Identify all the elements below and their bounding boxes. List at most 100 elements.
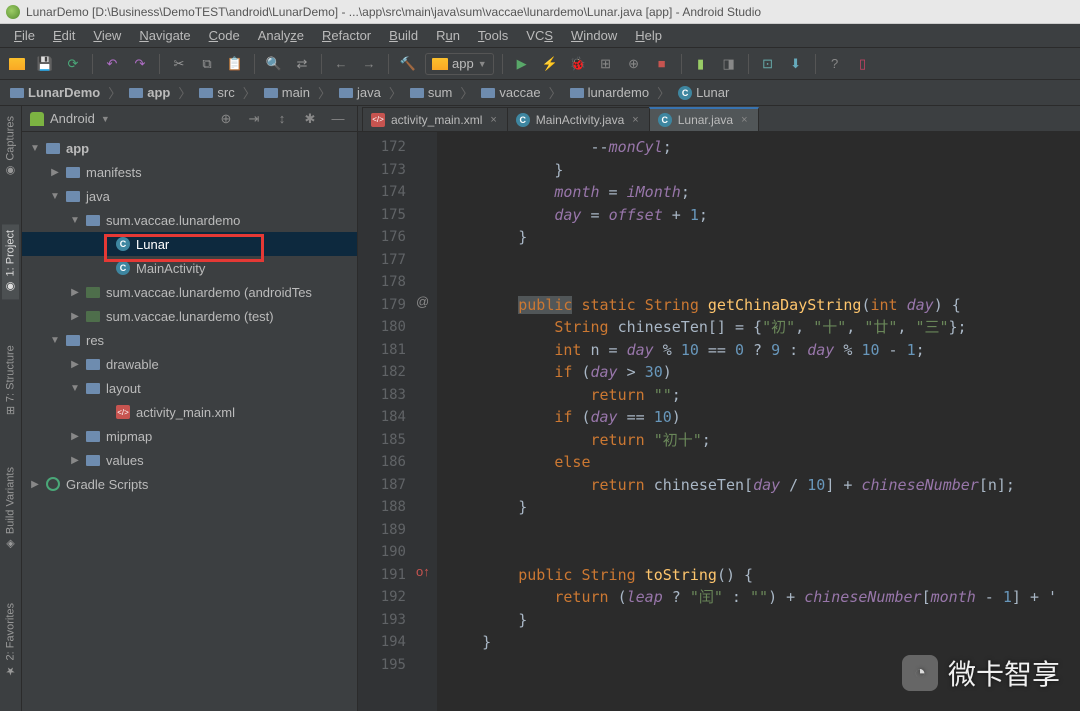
tree-node-java[interactable]: java: [22, 184, 357, 208]
menu-analyze[interactable]: Analyze: [250, 26, 312, 45]
tree-node-layout[interactable]: layout: [22, 376, 357, 400]
close-icon[interactable]: ×: [488, 114, 498, 126]
forward-button[interactable]: →: [358, 53, 380, 75]
settings-icon[interactable]: ✱: [299, 108, 321, 130]
file-tab-mainactivity[interactable]: C MainActivity.java ×: [507, 107, 650, 131]
tool-tab-project[interactable]: ◉ 1: Project: [2, 224, 19, 299]
project-tree[interactable]: app manifests java sum.vaccae.lunardemo …: [22, 132, 357, 711]
menu-code[interactable]: Code: [201, 26, 248, 45]
tree-node-res[interactable]: res: [22, 328, 357, 352]
crumb-vaccae[interactable]: vaccae: [477, 83, 544, 102]
toolbar-separator: [502, 54, 503, 74]
crumb-lunardemo[interactable]: lunardemo: [566, 83, 653, 102]
main-menu-bar: File Edit View Navigate Code Analyze Ref…: [0, 24, 1080, 48]
crumb-java[interactable]: java: [335, 83, 385, 102]
undo-button[interactable]: ↶: [101, 53, 123, 75]
menu-navigate[interactable]: Navigate: [131, 26, 198, 45]
crumb-src[interactable]: src: [195, 83, 238, 102]
tool-tab-build-variants[interactable]: ◈ Build Variants: [2, 461, 19, 557]
tree-node-values[interactable]: values: [22, 448, 357, 472]
attach-debugger-button[interactable]: ⊕: [623, 53, 645, 75]
annotation-highlight-box: [104, 234, 264, 262]
tool-tab-captures[interactable]: ◉ Captures: [2, 110, 19, 184]
file-tab-activity-main[interactable]: </> activity_main.xml ×: [362, 107, 508, 131]
profile-button[interactable]: ⊞: [595, 53, 617, 75]
debug-button[interactable]: 🐞: [567, 53, 589, 75]
save-button[interactable]: 💾: [34, 53, 56, 75]
make-button[interactable]: 🔨: [397, 53, 419, 75]
close-icon[interactable]: ×: [630, 114, 640, 126]
package-icon: [86, 311, 100, 322]
android-studio-logo-icon: [6, 5, 20, 19]
menu-file[interactable]: File: [6, 26, 43, 45]
open-button[interactable]: [6, 53, 28, 75]
crumb-sum[interactable]: sum: [406, 83, 457, 102]
watermark: ◔ 微卡智享: [902, 653, 1060, 693]
sync-button[interactable]: ⟳: [62, 53, 84, 75]
replace-button[interactable]: ⇄: [291, 53, 313, 75]
menu-help[interactable]: Help: [627, 26, 670, 45]
file-tab-label: activity_main.xml: [391, 113, 482, 127]
tree-label: mipmap: [106, 429, 152, 444]
apply-changes-button[interactable]: ⚡: [539, 53, 561, 75]
menu-build[interactable]: Build: [381, 26, 426, 45]
avd-manager-button[interactable]: ▮: [690, 53, 712, 75]
file-tab-lunar[interactable]: C Lunar.java ×: [649, 107, 759, 131]
menu-window[interactable]: Window: [563, 26, 625, 45]
xml-icon: </>: [371, 113, 385, 127]
copy-button[interactable]: ⧉: [196, 53, 218, 75]
hide-icon[interactable]: —: [327, 108, 349, 130]
close-icon[interactable]: ×: [739, 114, 749, 126]
tree-node-gradle-scripts[interactable]: Gradle Scripts: [22, 472, 357, 496]
menu-vcs[interactable]: VCS: [518, 26, 561, 45]
app-module-icon: [432, 58, 448, 70]
class-icon: C: [116, 261, 130, 275]
paste-button[interactable]: 📋: [224, 53, 246, 75]
device-button[interactable]: ▯: [852, 53, 874, 75]
sdk-manager-button[interactable]: ⬇: [785, 53, 807, 75]
back-button[interactable]: ←: [330, 53, 352, 75]
project-panel-header: Android ▼ ⊕ ⇥ ↕ ✱ —: [22, 106, 357, 132]
crumb-project[interactable]: LunarDemo: [6, 83, 104, 102]
tool-tab-favorites[interactable]: ★ 2: Favorites: [2, 597, 19, 683]
cut-button[interactable]: ✂: [168, 53, 190, 75]
redo-button[interactable]: ↷: [129, 53, 151, 75]
toolbar-separator: [159, 54, 160, 74]
crumb-main[interactable]: main: [260, 83, 314, 102]
line-number-gutter[interactable]: 172 173 174 175 176 177 178 179 180 181 …: [358, 132, 416, 711]
menu-edit[interactable]: Edit: [45, 26, 83, 45]
crumb-chevron-icon: 〉: [176, 83, 193, 102]
tree-node-manifests[interactable]: manifests: [22, 160, 357, 184]
crumb-label: lunardemo: [588, 85, 649, 100]
menu-run[interactable]: Run: [428, 26, 468, 45]
autoscroll-icon[interactable]: ↕: [271, 108, 293, 130]
stop-button[interactable]: ■: [651, 53, 673, 75]
tree-node-activity-main-xml[interactable]: </>activity_main.xml: [22, 400, 357, 424]
run-button[interactable]: ▶: [511, 53, 533, 75]
help-button[interactable]: ?: [824, 53, 846, 75]
collapse-all-icon[interactable]: ⇥: [243, 108, 265, 130]
tree-node-drawable[interactable]: drawable: [22, 352, 357, 376]
menu-tools[interactable]: Tools: [470, 26, 516, 45]
tree-node-package-test[interactable]: sum.vaccae.lunardemo (test): [22, 304, 357, 328]
crumb-app[interactable]: app: [125, 83, 174, 102]
find-button[interactable]: 🔍: [263, 53, 285, 75]
run-configuration-select[interactable]: app ▼: [425, 53, 494, 75]
tree-label: activity_main.xml: [136, 405, 235, 420]
scroll-from-source-icon[interactable]: ⊕: [215, 108, 237, 130]
layout-inspector-button[interactable]: ◨: [718, 53, 740, 75]
package-icon: [86, 215, 100, 226]
tool-tab-structure[interactable]: ⊞ 7: Structure: [2, 339, 19, 421]
project-view-select[interactable]: Android: [50, 111, 95, 126]
tree-node-mipmap[interactable]: mipmap: [22, 424, 357, 448]
gutter-marks[interactable]: @o↑: [416, 132, 438, 711]
left-tool-strip: ◉ Captures ◉ 1: Project ⊞ 7: Structure ◈…: [0, 106, 22, 711]
tree-node-package-main[interactable]: sum.vaccae.lunardemo: [22, 208, 357, 232]
tree-node-app[interactable]: app: [22, 136, 357, 160]
project-structure-button[interactable]: ⊡: [757, 53, 779, 75]
crumb-lunar[interactable]: CLunar: [674, 83, 733, 102]
tree-node-package-atest[interactable]: sum.vaccae.lunardemo (androidTes: [22, 280, 357, 304]
menu-view[interactable]: View: [85, 26, 129, 45]
menu-refactor[interactable]: Refactor: [314, 26, 379, 45]
code-editor[interactable]: --monCyl; } month = iMonth; day = offset…: [438, 132, 1080, 711]
